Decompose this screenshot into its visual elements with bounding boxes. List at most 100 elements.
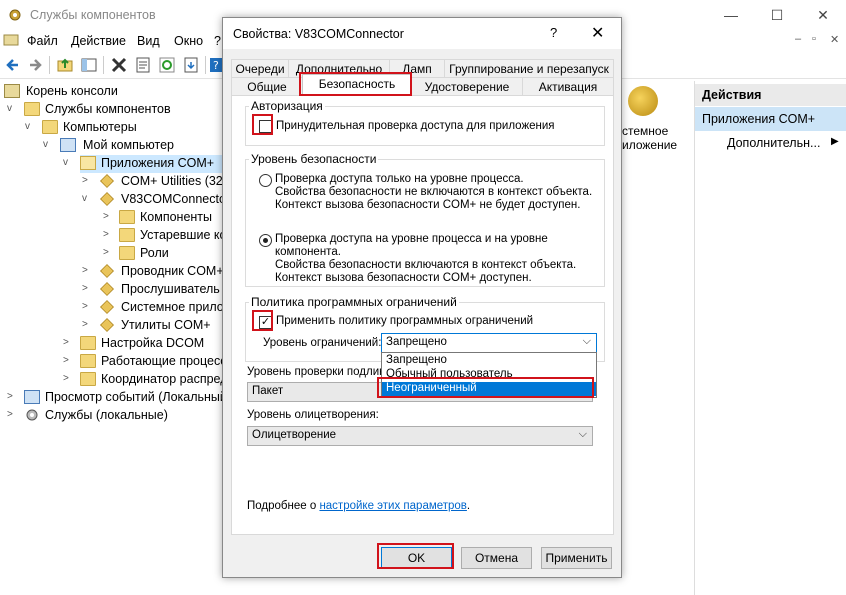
expander-icon[interactable]: > <box>82 301 92 312</box>
expander-icon[interactable]: > <box>7 409 17 420</box>
system-application-icon[interactable] <box>628 86 658 116</box>
tree-node-components[interactable]: > Компоненты <box>4 209 222 227</box>
process-level-radio[interactable] <box>259 174 272 187</box>
show-hide-tree-icon[interactable] <box>80 56 98 74</box>
actions-section-com-applications[interactable]: Приложения COM+ <box>695 107 846 131</box>
mdi-restore-button[interactable]: ▫ <box>812 33 816 45</box>
expander-icon[interactable]: > <box>82 283 92 294</box>
expander-icon[interactable]: v <box>63 157 73 168</box>
tab-general[interactable]: Общие <box>231 77 303 95</box>
console-menu-icon[interactable] <box>3 32 19 48</box>
tree-node-v83comconnector[interactable]: v V83COMConnector <box>4 191 222 209</box>
tree-node-system-application[interactable]: > Системное прило <box>4 299 222 317</box>
tab-queues[interactable]: Очереди <box>231 59 289 77</box>
menu-view[interactable]: Вид <box>137 34 160 48</box>
services-gear-icon <box>24 408 40 422</box>
folder-icon <box>42 120 58 134</box>
expander-icon[interactable]: v <box>7 103 17 114</box>
cancel-button[interactable]: Отмена <box>461 547 532 569</box>
more-info-suffix: . <box>466 500 471 512</box>
delete-icon[interactable] <box>110 56 128 74</box>
tree-node-com-utilities[interactable]: > Утилиты COM+ <box>4 317 222 335</box>
back-icon[interactable] <box>4 56 22 74</box>
expander-icon[interactable]: > <box>103 229 113 240</box>
option-basic-user[interactable]: Обычный пользователь <box>382 368 596 382</box>
apply-srp-label: Применить политику программных ограничен… <box>276 315 534 327</box>
expander-icon[interactable]: > <box>63 355 73 366</box>
tree-node-com-explorer[interactable]: > Проводник COM+ <box>4 263 222 281</box>
expander-icon[interactable]: v <box>43 139 53 150</box>
tab-pooling-recycling[interactable]: Группирование и перезапуск <box>444 59 614 77</box>
tree-node-roles[interactable]: > Роли <box>4 245 222 263</box>
restriction-level-label: Уровень ограничений: <box>263 337 382 349</box>
properties-dialog: Свойства: V83COMConnector ? ✕ Очереди До… <box>222 17 622 578</box>
tree-node-services-local[interactable]: > Службы (локальные) <box>4 407 222 425</box>
properties-icon[interactable] <box>134 56 152 74</box>
mdi-close-button[interactable]: ✕ <box>830 33 839 46</box>
actions-more-item[interactable]: Дополнительн... <box>727 136 820 150</box>
tree-node-computers[interactable]: v Компьютеры <box>4 119 222 137</box>
help-icon[interactable]: ? <box>210 56 222 74</box>
ok-button[interactable]: OK <box>381 547 452 569</box>
tree-node-event-viewer[interactable]: > Просмотр событий (Локальный <box>4 389 222 407</box>
maximize-button[interactable]: ☐ <box>754 0 800 30</box>
expander-icon[interactable]: > <box>103 247 113 258</box>
tree-node-dcom-config[interactable]: > Настройка DCOM <box>4 335 222 353</box>
folder-icon <box>80 336 96 350</box>
tree-node-com-utilities-32[interactable]: > COM+ Utilities (32 b <box>4 173 222 191</box>
chevron-down-icon: ⌵ <box>578 428 587 440</box>
dialog-help-button[interactable]: ? <box>550 25 557 40</box>
export-list-icon[interactable] <box>182 56 200 74</box>
restriction-level-value: Запрещено <box>386 336 447 348</box>
expander-icon[interactable]: > <box>103 211 113 222</box>
expander-icon[interactable]: > <box>7 391 17 402</box>
expander-icon[interactable]: v <box>25 121 35 132</box>
up-folder-icon[interactable] <box>56 56 74 74</box>
more-info-link[interactable]: настройке этих параметров <box>319 500 466 512</box>
forward-icon[interactable] <box>26 56 44 74</box>
menu-help[interactable]: ? <box>214 34 221 48</box>
enforce-access-checks-checkbox[interactable] <box>259 120 272 133</box>
close-button[interactable]: ✕ <box>800 0 846 30</box>
folder-icon <box>119 210 135 224</box>
tree-node-com-applications[interactable]: v Приложения COM+ <box>4 155 222 173</box>
tab-security[interactable]: Безопасность <box>302 74 412 96</box>
apply-srp-checkbox[interactable]: ✓ <box>259 316 272 329</box>
option-disallowed[interactable]: Запрещено <box>382 354 596 368</box>
minimize-button[interactable]: — <box>708 0 754 30</box>
tree-node-listener[interactable]: > Прослушиватель с <box>4 281 222 299</box>
impersonation-level-select[interactable]: Олицетворение ⌵ <box>247 426 593 446</box>
auth-level-label: Уровень проверки подлин <box>247 366 386 378</box>
tree-node-console-root[interactable]: Корень консоли <box>4 83 222 101</box>
expander-icon[interactable]: > <box>63 373 73 384</box>
folder-icon <box>24 102 40 116</box>
dialog-close-button[interactable]: ✕ <box>591 23 604 43</box>
menu-file[interactable]: Файл <box>27 34 58 48</box>
tab-activation[interactable]: Активация <box>522 77 614 95</box>
restriction-level-select[interactable]: Запрещено ⌵ <box>381 333 597 353</box>
folder-icon <box>119 246 135 260</box>
folder-icon <box>119 228 135 242</box>
expander-icon[interactable]: > <box>63 337 73 348</box>
tree-node-my-computer[interactable]: v Мой компьютер <box>4 137 222 155</box>
expander-icon[interactable]: v <box>82 193 92 204</box>
option-unrestricted[interactable]: Неограниченный <box>382 382 596 396</box>
tree-node-legacy-components[interactable]: > Устаревшие ко <box>4 227 222 245</box>
menu-window[interactable]: Окно <box>174 34 203 48</box>
tree-node-dtc[interactable]: > Координатор распред <box>4 371 222 389</box>
process-component-level-radio[interactable] <box>259 234 272 247</box>
expander-icon[interactable]: > <box>82 319 92 330</box>
component-level-text-2: компонента. <box>275 246 341 258</box>
mdi-minimize-button[interactable]: – <box>795 33 801 45</box>
expander-icon[interactable]: > <box>82 175 92 186</box>
menu-action[interactable]: Действие <box>71 34 126 48</box>
tree-node-running-processes[interactable]: > Работающие процесс <box>4 353 222 371</box>
item-label-line1: стемное <box>622 124 669 138</box>
refresh-icon[interactable] <box>158 56 176 74</box>
tree-node-component-services[interactable]: v Службы компонентов <box>4 101 222 119</box>
console-icon <box>4 84 20 98</box>
tab-identity[interactable]: Удостоверение <box>411 77 523 95</box>
chevron-down-icon: ⌵ <box>582 335 591 347</box>
apply-button[interactable]: Применить <box>541 547 612 569</box>
expander-icon[interactable]: > <box>82 265 92 276</box>
